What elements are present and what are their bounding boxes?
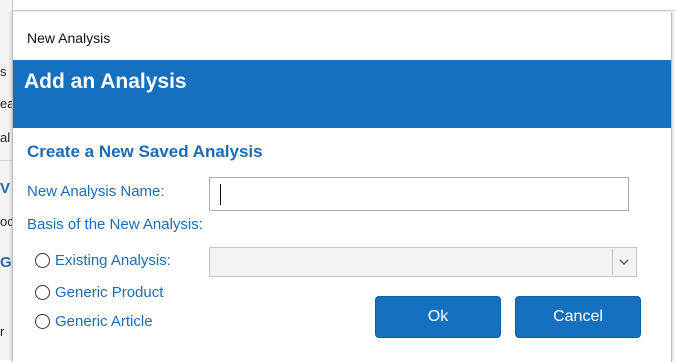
radio-generic-article[interactable]: Generic Article — [35, 313, 153, 330]
analysis-name-input[interactable] — [209, 177, 629, 211]
dialog-header: Add an Analysis — [13, 60, 671, 128]
radio-existing-analysis-label[interactable]: Existing Analysis: — [55, 252, 171, 269]
basis-label: Basis of the New Analysis: — [27, 216, 203, 233]
radio-existing-analysis[interactable]: Existing Analysis: — [35, 252, 171, 269]
new-analysis-dialog: New Analysis Add an Analysis Create a Ne… — [12, 12, 672, 362]
background-text-fragment: V — [0, 180, 11, 197]
radio-button-icon[interactable] — [35, 253, 50, 268]
background-divider — [0, 160, 12, 161]
background-window-edge — [0, 10, 676, 11]
background-text-fragment: r — [0, 324, 5, 339]
dialog-titlebar[interactable]: New Analysis — [13, 12, 671, 60]
background-text-fragment: G — [0, 254, 12, 271]
analysis-name-label: New Analysis Name: — [27, 183, 165, 200]
ok-button[interactable]: Ok — [375, 296, 501, 338]
radio-generic-product[interactable]: Generic Product — [35, 284, 163, 301]
section-title: Create a New Saved Analysis — [27, 142, 263, 161]
text-caret — [220, 184, 221, 205]
radio-generic-product-label[interactable]: Generic Product — [55, 284, 163, 301]
radio-button-icon[interactable] — [35, 314, 50, 329]
background-text-fragment: s — [0, 64, 7, 79]
radio-generic-article-label[interactable]: Generic Article — [55, 313, 153, 330]
cancel-button[interactable]: Cancel — [515, 296, 641, 338]
background-text-fragment: al — [0, 130, 11, 145]
chevron-down-icon[interactable] — [612, 249, 635, 275]
existing-analysis-select[interactable] — [209, 247, 637, 277]
radio-button-icon[interactable] — [35, 285, 50, 300]
header-title: Add an Analysis — [24, 70, 187, 93]
dialog-title: New Analysis — [27, 30, 111, 46]
